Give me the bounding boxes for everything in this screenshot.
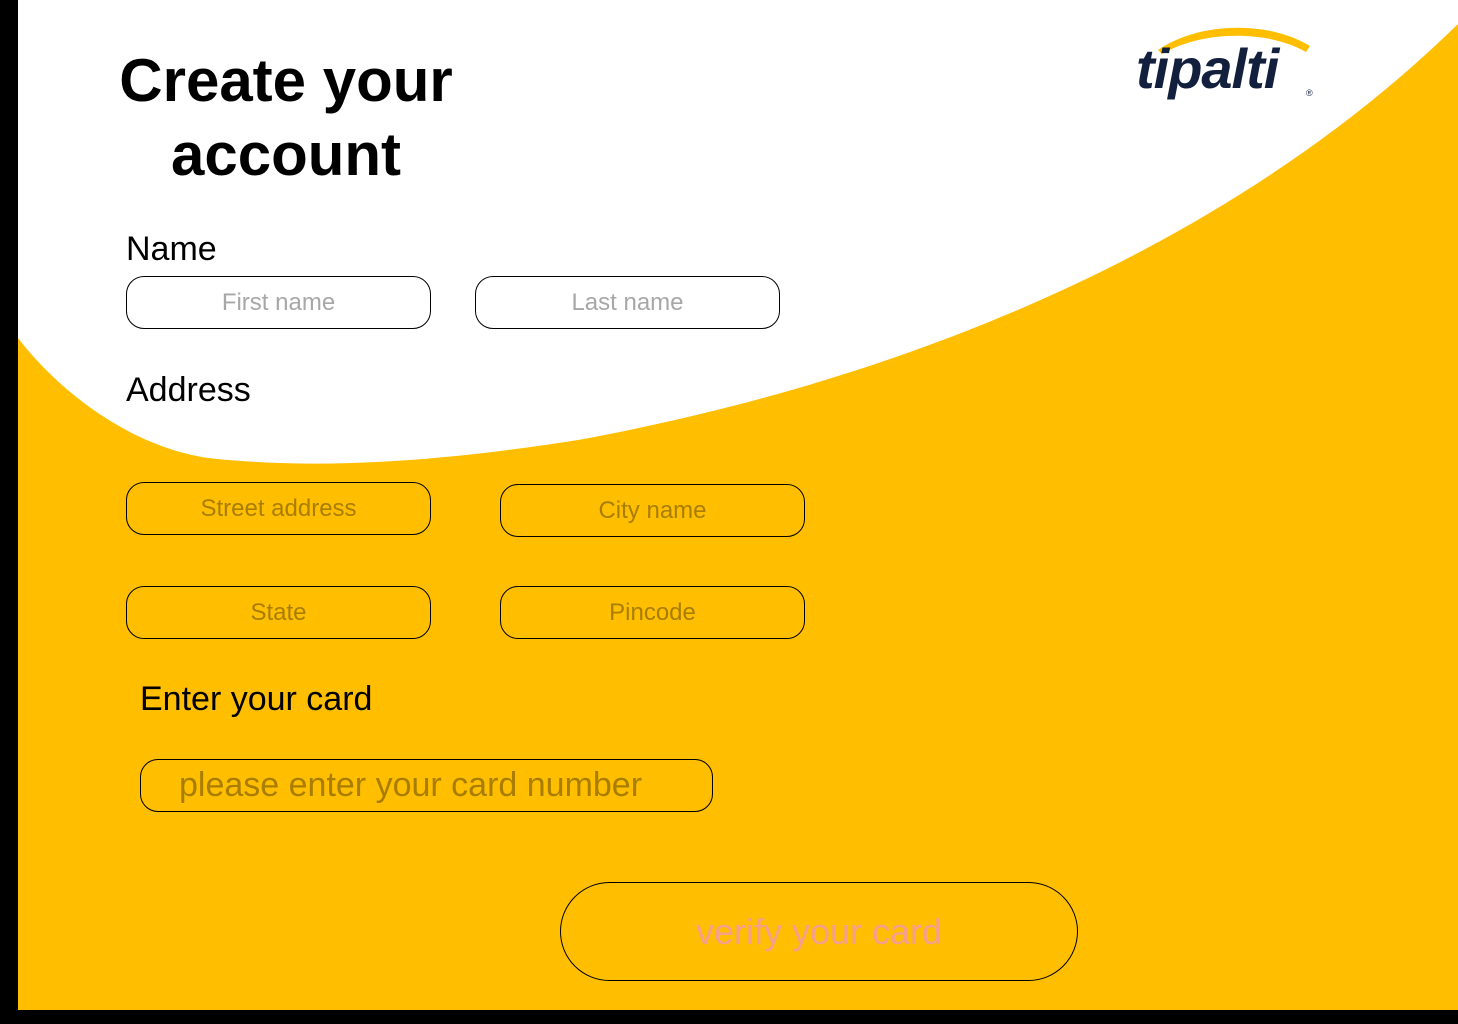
city-name-input[interactable] (500, 484, 805, 537)
verify-card-button[interactable]: verify your card (560, 882, 1078, 981)
logo-registered-mark: ® (1306, 88, 1313, 98)
last-name-input[interactable] (475, 276, 780, 329)
signup-page: Create your account tipalti ® Name Addre… (18, 0, 1458, 1010)
logo-wordmark: tipalti (1136, 37, 1279, 100)
street-address-input[interactable] (126, 482, 431, 535)
tipalti-logo: tipalti ® (1128, 20, 1318, 115)
name-section-label: Name (126, 230, 217, 268)
first-name-input[interactable] (126, 276, 431, 329)
pincode-input[interactable] (500, 586, 805, 639)
page-title: Create your account (119, 47, 453, 188)
state-input[interactable] (126, 586, 431, 639)
card-section-label: Enter your card (140, 680, 373, 718)
card-number-input[interactable] (140, 759, 713, 812)
address-section-label: Address (126, 371, 251, 409)
